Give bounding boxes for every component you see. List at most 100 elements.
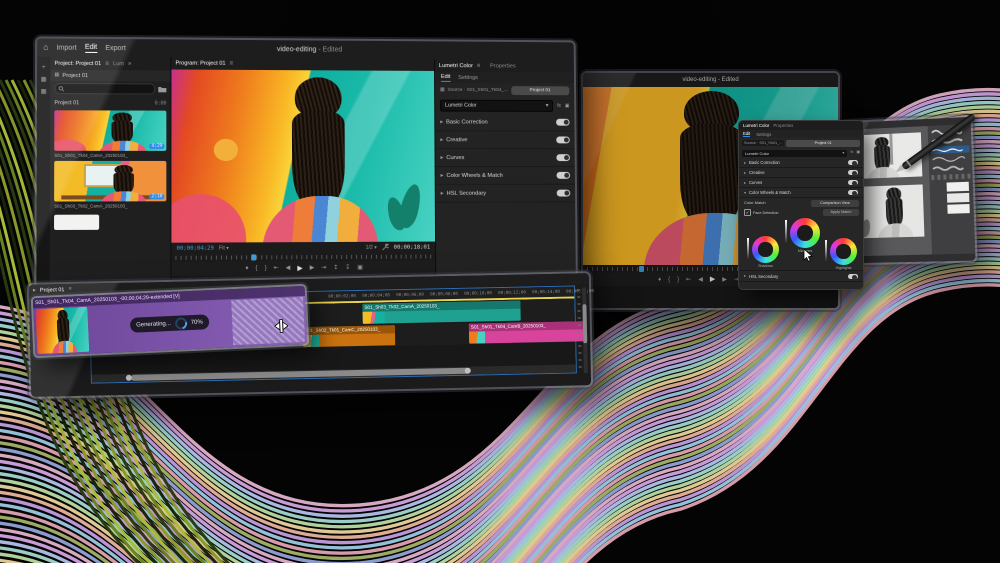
subtab-settings[interactable]: Settings	[458, 75, 478, 81]
step-forward-icon[interactable]: ▶	[310, 265, 315, 271]
midtones-wheel[interactable]: Midtones	[790, 218, 820, 248]
search-input[interactable]	[54, 83, 155, 95]
timeline-clip-orange[interactable]: S01_Sh02_Tk01_CamC_20250103_	[303, 325, 395, 347]
brush-preset[interactable]	[931, 163, 970, 172]
bin-tool-icon[interactable]: ▦	[41, 77, 47, 83]
bin-item-sequence[interactable]: Project 01 0:00	[54, 98, 166, 108]
subtab-edit[interactable]: Edit	[441, 73, 450, 81]
section-hsl-secondary[interactable]: ▸ HSL Secondary	[739, 270, 863, 282]
play-icon[interactable]: ▶	[710, 276, 715, 283]
section-toggle[interactable]	[848, 190, 858, 195]
settings-wrench-icon[interactable]	[382, 244, 389, 251]
section-creative[interactable]: ▸ Creative	[435, 131, 574, 149]
step-back-icon[interactable]: ◀	[698, 277, 703, 283]
step-back-icon[interactable]: ◀	[286, 265, 291, 271]
section-toggle[interactable]	[556, 119, 570, 126]
program-scrubber[interactable]	[171, 252, 435, 261]
section-toggle[interactable]	[556, 154, 570, 161]
tab-properties[interactable]: Properties	[490, 63, 516, 69]
tab-project[interactable]: Project: Project 01	[54, 60, 101, 66]
mark-out-icon[interactable]: }	[677, 277, 679, 283]
marker-icon[interactable]: ♦	[245, 266, 248, 272]
section-curves[interactable]: ▸ Curves	[435, 149, 574, 167]
playhead[interactable]	[639, 266, 644, 272]
section-toggle[interactable]	[848, 170, 858, 175]
bin-item-clip[interactable]: 4;29 S01_Sh01_Tk04_CamA_20250103_	[54, 110, 166, 159]
program-monitor: Program: Project 01 ≡ 00;00;04;29 Fit ▾ …	[171, 57, 436, 293]
highlights-wheel[interactable]: Highlights	[830, 238, 857, 265]
subtab-settings[interactable]: Settings	[756, 132, 771, 137]
generating-clip[interactable]: S01_Sh01_Tk04_CamA_20250103_-00;00;04;29…	[33, 286, 307, 356]
timeline-clip-pink[interactable]: S01_Sh01_Tk04_CamB_20250103_	[469, 321, 587, 343]
tab-properties[interactable]: Properties	[773, 123, 793, 128]
playhead[interactable]	[251, 254, 256, 260]
section-basic-correction[interactable]: ▸ Basic Correction	[435, 113, 574, 131]
timeline-vscrollbar[interactable]	[582, 287, 588, 373]
target-sequence-button[interactable]: Project 01	[511, 86, 570, 95]
compare-view-icon[interactable]: ▣	[856, 151, 860, 155]
fx-badge-icon[interactable]: fx	[557, 104, 561, 109]
export-frame-icon[interactable]: ▣	[357, 265, 363, 271]
section-hsl-secondary[interactable]: ▸ HSL Secondary	[436, 185, 575, 203]
fx-badge-icon[interactable]: fx	[850, 151, 853, 155]
section-toggle[interactable]	[557, 172, 571, 179]
section-creative[interactable]: ▸ Creative	[739, 168, 863, 178]
back-window-titlebar: video-editing - Edited	[583, 73, 838, 87]
play-icon[interactable]: ▶	[297, 265, 302, 272]
shadows-wheel[interactable]: Shadows	[752, 236, 779, 263]
tab-lumetri-color[interactable]: Lumetri Color	[743, 123, 769, 128]
section-color-wheels[interactable]: ▸ Color Wheels & Match	[739, 188, 863, 198]
snap-icon[interactable]: ▸	[33, 287, 36, 293]
tab-lumetri-color[interactable]: Lumetri Color	[439, 63, 473, 69]
zoom-level-dropdown[interactable]: Fit ▾	[219, 245, 229, 251]
face-detection-checkbox[interactable]: ✓ Face Detection	[744, 209, 779, 216]
timeline-clip-teal[interactable]: S01_Sh03_Tk02_CamA_20250103_	[362, 301, 520, 324]
chevron-down-icon: ▾	[842, 151, 844, 155]
section-toggle[interactable]	[848, 160, 858, 165]
compare-view-icon[interactable]: ▣	[565, 104, 570, 109]
close-icon[interactable]: ✕	[68, 287, 72, 292]
layer-thumbnail[interactable]	[947, 204, 969, 214]
lumetri-preset-dropdown[interactable]: Lumetri Color ▾	[440, 100, 553, 112]
tab-program[interactable]: Program: Project 01	[175, 60, 225, 66]
more-tabs-icon[interactable]: »	[128, 61, 131, 67]
mark-in-icon[interactable]: {	[668, 277, 670, 283]
step-forward-icon[interactable]: ▶	[722, 277, 727, 283]
section-toggle[interactable]	[557, 190, 571, 197]
bin-item-clip[interactable]: 2;18 S01_Sh03_Tk02_CamA_20250103_	[54, 161, 166, 210]
new-bin-folder-icon[interactable]	[158, 85, 166, 92]
go-to-out-icon[interactable]: ⇥	[321, 265, 326, 271]
lumetri-preset-dropdown[interactable]: Lumetri Color ▾	[742, 150, 847, 157]
source-clip-label: Source · S01_Sh01_Tk04_...	[448, 88, 508, 93]
apply-match-button[interactable]: Apply Match	[823, 209, 859, 216]
comparison-view-button[interactable]: Comparison View	[811, 200, 859, 207]
import-tool-icon[interactable]: +	[42, 65, 46, 71]
layer-thumbnail[interactable]	[947, 182, 969, 192]
panel-menu-icon[interactable]: ≡	[105, 61, 109, 67]
subtab-edit[interactable]: Edit	[743, 131, 750, 137]
project-name-row[interactable]: ▦ Project 01	[50, 70, 170, 82]
section-basic-correction[interactable]: ▸ Basic Correction	[739, 158, 863, 168]
section-color-wheels[interactable]: ▸ Color Wheels & Match	[436, 167, 575, 185]
layer-thumbnail[interactable]	[947, 193, 969, 203]
go-to-in-icon[interactable]: ⇤	[274, 265, 279, 271]
tab-lumetri-truncated[interactable]: Lum	[113, 61, 124, 67]
lift-icon[interactable]: ↥	[333, 265, 338, 271]
target-sequence-button[interactable]: Project 01	[786, 140, 860, 147]
go-to-in-icon[interactable]: ⇤	[686, 277, 691, 283]
section-curves[interactable]: ▸ Curves	[739, 178, 863, 188]
brush-preset[interactable]	[931, 154, 970, 163]
mark-out-icon[interactable]: }	[265, 265, 267, 271]
timeline-tab[interactable]: Project 01	[40, 287, 64, 294]
marker-icon[interactable]: ♦	[658, 277, 661, 283]
panel-menu-icon[interactable]: ≡	[230, 61, 234, 67]
program-video[interactable]	[171, 69, 435, 242]
section-toggle[interactable]	[556, 136, 570, 143]
mark-in-icon[interactable]: {	[256, 265, 258, 271]
film-tool-icon[interactable]: ▦	[41, 89, 47, 95]
playback-resolution-dropdown[interactable]: 1/2 ▾	[366, 244, 377, 250]
extract-icon[interactable]: ↧	[345, 265, 350, 271]
new-item-thumbnail[interactable]	[54, 215, 99, 230]
section-toggle[interactable]	[848, 180, 858, 185]
section-toggle[interactable]	[848, 274, 858, 279]
